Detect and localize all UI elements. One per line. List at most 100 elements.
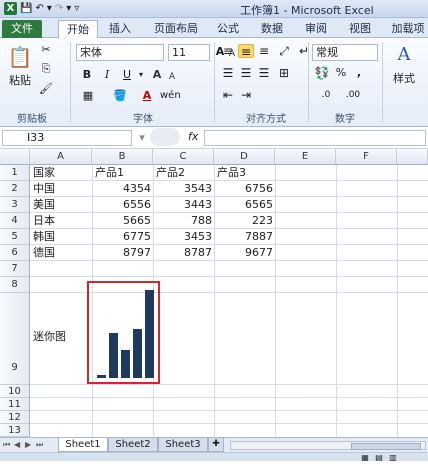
value-cell[interactable]: 223 [215, 213, 275, 229]
chevron-down-icon[interactable]: ▾ [136, 68, 146, 82]
decrease-decimal-button[interactable]: .00 [340, 88, 366, 102]
value-cell[interactable]: 6556 [93, 197, 153, 213]
tab-data[interactable]: 数据 [256, 20, 288, 38]
format-painter-icon[interactable]: 🖌 [38, 82, 54, 96]
tab-view[interactable]: 视图 [344, 20, 376, 38]
country-cell[interactable]: 德国 [31, 245, 92, 261]
column-header-c[interactable]: C [153, 149, 214, 165]
column-header-d[interactable]: D [214, 149, 275, 165]
chevron-down-icon[interactable]: ▾ [136, 131, 148, 145]
row-header-7[interactable]: 7 [0, 261, 30, 277]
formula-bar-toggle[interactable] [150, 128, 180, 146]
comma-button[interactable]: , [352, 66, 366, 80]
row-header-6[interactable]: 6 [0, 245, 30, 261]
value-cell[interactable]: 3543 [154, 181, 214, 197]
tab-file[interactable]: 文件 [2, 20, 42, 38]
last-sheet-icon[interactable]: ⏭ [36, 440, 43, 450]
header-cell[interactable]: 产品2 [154, 165, 214, 181]
borders-icon[interactable]: ▦ [80, 89, 96, 103]
sheet-tab-2[interactable]: Sheet2 [108, 438, 158, 452]
page-break-view-icon[interactable]: ▥ [388, 451, 398, 465]
increase-decimal-button[interactable]: .0 [314, 88, 338, 102]
country-cell[interactable]: 日本 [31, 213, 92, 229]
increase-indent-icon[interactable]: ⇥ [238, 88, 254, 102]
normal-view-icon[interactable]: ▦ [360, 451, 370, 465]
tab-formulas[interactable]: 公式 [212, 20, 244, 38]
value-cell[interactable]: 6565 [215, 197, 275, 213]
accounting-format-icon[interactable]: 💱 [314, 66, 330, 80]
align-center-icon[interactable]: ☰ [238, 66, 254, 80]
align-left-icon[interactable]: ☰ [220, 66, 236, 80]
formula-input[interactable] [204, 130, 426, 146]
italic-button[interactable]: I [100, 68, 114, 82]
value-cell[interactable]: 8797 [93, 245, 153, 261]
row-header-9[interactable]: 9 [0, 293, 30, 385]
country-cell[interactable]: 美国 [31, 197, 92, 213]
header-cell[interactable]: 国家 [31, 165, 92, 181]
value-cell[interactable]: 6756 [215, 181, 275, 197]
value-cell[interactable]: 5665 [93, 213, 153, 229]
cut-icon[interactable]: ✂ [38, 43, 54, 57]
align-bottom-icon[interactable]: ≡ [256, 44, 272, 58]
save-icon[interactable]: 💾 [20, 2, 32, 15]
paste-button[interactable]: 粘贴 [6, 74, 34, 88]
fill-color-icon[interactable]: 🪣 [112, 89, 128, 103]
insert-sheet-icon[interactable]: ✚ [208, 438, 224, 452]
underline-button[interactable]: U [120, 68, 134, 82]
font-size-select[interactable]: 11 [168, 44, 210, 61]
percent-button[interactable]: % [334, 66, 348, 80]
page-layout-view-icon[interactable]: ▤ [374, 451, 384, 465]
value-cell[interactable]: 3453 [154, 229, 214, 245]
styles-button[interactable]: 样式 [388, 72, 420, 86]
copy-icon[interactable]: ⎘ [38, 62, 54, 76]
sheet-tab-1[interactable]: Sheet1 [58, 438, 108, 452]
wrap-text-icon[interactable]: ↵ [296, 44, 312, 58]
country-cell[interactable]: 中国 [31, 181, 92, 197]
select-all-corner[interactable] [0, 149, 30, 165]
tab-home[interactable]: 开始 [58, 20, 98, 38]
tab-insert[interactable]: 插入 [102, 20, 138, 38]
chevron-down-icon[interactable]: ▾ [47, 2, 52, 15]
customize-qat-icon[interactable]: ▿ [74, 2, 79, 15]
value-cell[interactable]: 8787 [154, 245, 214, 261]
bold-button[interactable]: B [80, 68, 94, 82]
orientation-icon[interactable]: ⤢ [276, 44, 292, 58]
phonetic-icon[interactable]: wén [160, 89, 181, 103]
row-header-5[interactable]: 5 [0, 229, 30, 245]
tab-review[interactable]: 审阅 [300, 20, 332, 38]
sheet-tab-3[interactable]: Sheet3 [158, 438, 208, 452]
value-cell[interactable]: 6775 [93, 229, 153, 245]
country-cell[interactable]: 韩国 [31, 229, 92, 245]
font-name-select[interactable]: 宋体 [76, 44, 164, 61]
shrink-font-icon[interactable]: A [166, 70, 178, 84]
row-header-1[interactable]: 1 [0, 165, 30, 181]
align-top-icon[interactable]: ≡ [220, 44, 236, 58]
row-header-8[interactable]: 8 [0, 277, 30, 293]
number-format-select[interactable]: 常规 [312, 44, 378, 61]
row-header-2[interactable]: 2 [0, 181, 30, 197]
value-cell[interactable]: 4354 [93, 181, 153, 197]
row-header-3[interactable]: 3 [0, 197, 30, 213]
horizontal-scrollbar[interactable] [230, 441, 426, 450]
styles-icon[interactable]: A [390, 42, 418, 68]
column-header-a[interactable]: A [30, 149, 92, 165]
header-cell[interactable]: 产品3 [215, 165, 275, 181]
undo-icon[interactable]: ↶ [35, 2, 43, 15]
scrollbar-thumb[interactable] [351, 443, 421, 450]
column-header-g[interactable] [397, 149, 428, 165]
prev-sheet-icon[interactable]: ◀ [14, 440, 20, 449]
row-header-4[interactable]: 4 [0, 213, 30, 229]
row-header-13[interactable]: 13 [0, 424, 30, 437]
column-header-e[interactable]: E [275, 149, 336, 165]
row-header-12[interactable]: 12 [0, 411, 30, 424]
tab-page-layout[interactable]: 页面布局 [146, 20, 206, 38]
value-cell[interactable]: 3443 [154, 197, 214, 213]
align-middle-icon[interactable]: ≡ [238, 44, 254, 59]
worksheet-grid[interactable]: A B C D E F 1 2 3 4 5 6 7 8 9 10 11 12 1… [0, 149, 428, 437]
sparkline-label-cell[interactable]: 迷你图 [31, 329, 92, 345]
column-header-b[interactable]: B [92, 149, 153, 165]
insert-function-button[interactable]: fx [188, 130, 198, 143]
chevron-down-icon[interactable]: ▾ [66, 2, 71, 15]
tab-addins[interactable]: 加载项 [388, 20, 428, 38]
value-cell[interactable]: 788 [154, 213, 214, 229]
